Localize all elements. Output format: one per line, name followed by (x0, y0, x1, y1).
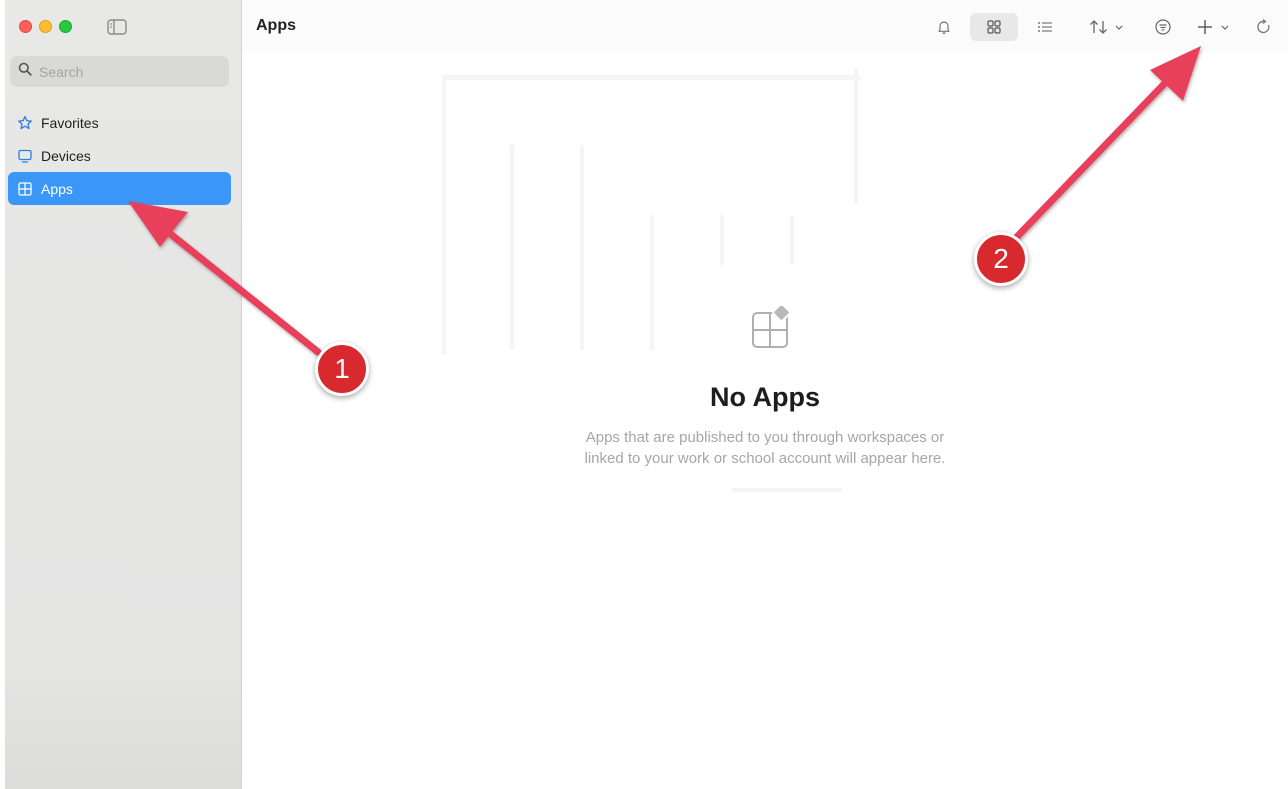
bell-icon[interactable] (932, 13, 956, 41)
sidebar-item-label: Apps (41, 180, 73, 197)
empty-state-description-line: linked to your work or school account wi… (584, 450, 946, 467)
filter-icon[interactable] (1150, 13, 1176, 41)
sidebar-nav: Favorites Devices Apps (8, 106, 231, 205)
annotation-badge-label: 1 (334, 353, 350, 384)
minimize-window-button[interactable] (39, 20, 52, 33)
refresh-icon[interactable] (1250, 13, 1278, 41)
toolbar: Apps (242, 0, 1288, 52)
app-window: Favorites Devices (0, 0, 1288, 789)
annotation-badge-2: 2 (974, 232, 1028, 286)
sidebar-item-devices[interactable]: Devices (8, 139, 231, 172)
empty-state-description-line: Apps that are published to you through w… (585, 429, 945, 446)
annotation-badge-1: 1 (315, 342, 369, 396)
page-title: Apps (256, 17, 296, 34)
annotation-badge-label: 2 (993, 243, 1009, 274)
search-input[interactable] (39, 63, 209, 80)
sort-icon[interactable] (1084, 13, 1132, 41)
sidebar-toggle-icon[interactable] (105, 17, 129, 37)
apps-placeholder-icon (750, 303, 794, 350)
search-icon (18, 62, 32, 81)
star-icon (16, 114, 34, 132)
sidebar-item-label: Devices (41, 147, 91, 164)
zoom-window-button[interactable] (59, 20, 72, 33)
add-icon[interactable] (1194, 13, 1236, 41)
sidebar-item-favorites[interactable]: Favorites (8, 106, 231, 139)
apps-grid-icon (16, 180, 34, 198)
empty-state-description: Apps that are published to you through w… (242, 427, 1288, 469)
empty-state-title: No Apps (710, 382, 820, 412)
search-field[interactable] (10, 56, 229, 87)
list-view-icon[interactable] (1030, 13, 1060, 41)
sidebar: Favorites Devices (5, 0, 242, 789)
sidebar-item-apps[interactable]: Apps (8, 172, 231, 205)
close-window-button[interactable] (19, 20, 32, 33)
main-content: Apps No Apps Apps that are published to … (242, 0, 1288, 789)
sidebar-item-label: Favorites (41, 114, 99, 131)
monitor-icon (16, 147, 34, 165)
grid-view-icon[interactable] (970, 13, 1018, 41)
